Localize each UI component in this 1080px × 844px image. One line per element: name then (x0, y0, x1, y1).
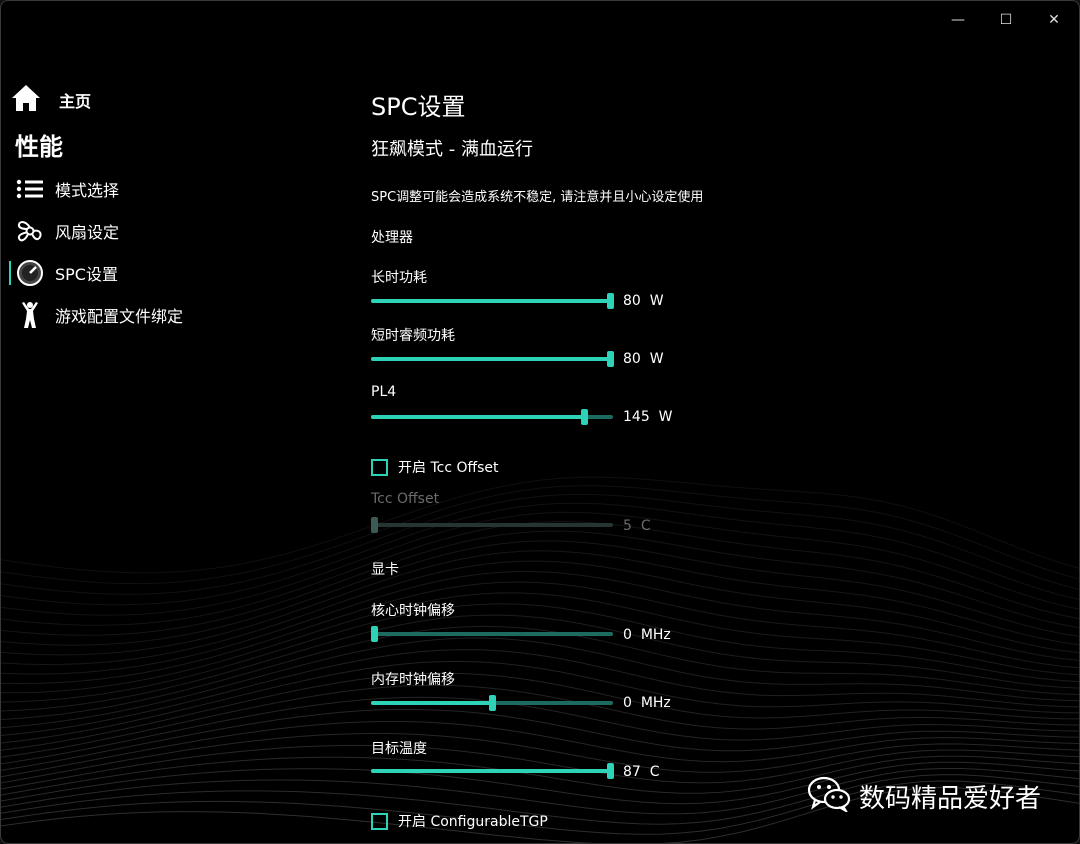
mode-title: 狂飙模式 - 满血运行 (371, 139, 533, 160)
target-temperature-slider[interactable] (371, 759, 614, 783)
slider-label: 核心时钟偏移 (371, 603, 455, 619)
list-icon (15, 174, 45, 204)
slider-label: PL4 (371, 384, 397, 400)
slider-fill (371, 701, 492, 705)
checkbox-label: 开启 Tcc Offset (398, 460, 499, 476)
slider-thumb[interactable] (607, 293, 614, 309)
pl4-slider[interactable] (371, 405, 613, 429)
slider-label: 内存时钟偏移 (371, 672, 455, 688)
slider-label: Tcc Offset (371, 491, 440, 507)
slider-value: 80 W (623, 293, 664, 309)
slider-label: 长时功耗 (371, 270, 427, 286)
memory-clock-offset-slider[interactable] (371, 691, 613, 715)
slider-fill (371, 357, 613, 361)
nav-home-label: 主页 (59, 92, 92, 111)
nav-home[interactable]: 主页 (11, 83, 91, 117)
configurable-tgp-checkbox[interactable]: 开启 ConfigurableTGP (371, 811, 548, 831)
sidebar-item-spc-settings[interactable]: SPC设置 (9, 255, 309, 291)
sidebar-item-game-profile-binding[interactable]: 游戏配置文件绑定 (9, 297, 309, 333)
figure-icon (15, 300, 45, 330)
sidebar-item-label: SPC设置 (55, 265, 118, 284)
section-title: 性能 (15, 133, 63, 161)
gauge-icon (15, 258, 45, 288)
checkbox-box[interactable] (371, 458, 388, 476)
slider-thumb[interactable] (607, 351, 614, 367)
slider-thumb (371, 517, 378, 533)
sidebar-item-label: 风扇设定 (55, 223, 120, 242)
slider-thumb[interactable] (581, 409, 588, 425)
sidebar-item-fan-settings[interactable]: 风扇设定 (9, 213, 309, 249)
sidebar-item-label: 模式选择 (55, 181, 120, 200)
slider-fill (371, 769, 613, 773)
main-content: SPC设置 狂飙模式 - 满血运行 SPC调整可能会造成系统不稳定, 请注意并且… (371, 1, 1051, 843)
core-clock-offset-slider[interactable] (371, 622, 613, 646)
slider-label: 短时睿频功耗 (371, 328, 455, 344)
sidebar-item-mode-select[interactable]: 模式选择 (9, 171, 309, 207)
slider-value: 0 MHz (623, 695, 671, 711)
slider-value: 145 W (623, 409, 673, 425)
checkbox-label: 开启 ConfigurableTGP (398, 814, 548, 830)
watermark-text: 数码精品爱好者 (859, 783, 1042, 814)
long-power-slider[interactable] (371, 289, 614, 313)
slider-value: 0 MHz (623, 627, 671, 643)
slider-value: 87 C (623, 764, 660, 780)
tcc-offset-slider (371, 513, 613, 537)
sidebar-item-label: 游戏配置文件绑定 (55, 307, 184, 326)
slider-track (371, 632, 613, 636)
slider-fill (371, 299, 613, 303)
gpu-group-label: 显卡 (371, 562, 399, 578)
slider-thumb[interactable] (371, 626, 378, 642)
warning-text: SPC调整可能会造成系统不稳定, 请注意并且小心设定使用 (371, 190, 704, 205)
slider-value: 80 W (623, 351, 664, 367)
active-indicator (9, 261, 11, 285)
tcc-offset-checkbox[interactable]: 开启 Tcc Offset (371, 457, 499, 477)
cpu-group-label: 处理器 (371, 230, 413, 246)
slider-thumb[interactable] (607, 763, 614, 779)
checkbox-box[interactable] (371, 812, 388, 830)
fan-icon (15, 216, 45, 246)
page-title: SPC设置 (371, 93, 466, 121)
slider-track (371, 523, 613, 527)
short-turbo-power-slider[interactable] (371, 347, 614, 371)
slider-label: 目标温度 (371, 741, 427, 757)
slider-thumb[interactable] (489, 695, 496, 711)
app-window: — ☐ ✕ 主页 性能 模式选择 风扇设定 SPC设置 游戏配置文件绑定 SPC… (0, 0, 1080, 844)
slider-value: 5 C (623, 518, 651, 534)
slider-fill (371, 415, 584, 419)
home-icon (11, 84, 41, 116)
watermark: 数码精品爱好者 (807, 776, 1041, 816)
wechat-icon (807, 776, 851, 816)
